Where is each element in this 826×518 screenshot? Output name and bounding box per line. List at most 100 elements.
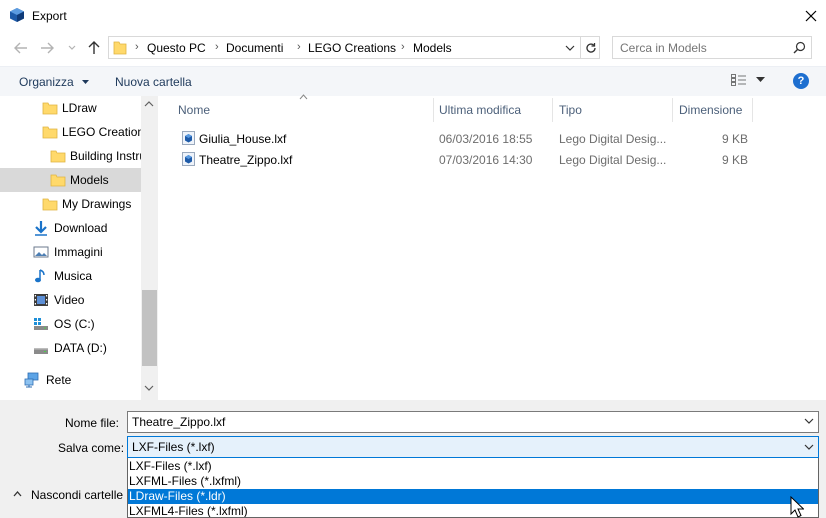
sidebar-item-label: Models: [70, 173, 109, 187]
file-modified: 07/03/2016 14:30: [439, 153, 533, 167]
column-header-type[interactable]: Tipo: [559, 103, 582, 117]
network-icon: [24, 372, 39, 388]
sidebar-item-label: Immagini: [54, 245, 103, 259]
view-options-icon[interactable]: [731, 74, 747, 86]
breadcrumb-questo-pc[interactable]: Questo PC: [147, 41, 206, 55]
navigation-pane: LDraw LEGO Creations Building Instructio…: [0, 96, 141, 400]
forward-button[interactable]: [38, 39, 56, 57]
savetype-dropdown-list: LXF-Files (*.lxf) LXFML-Files (*.lxfml) …: [127, 458, 819, 518]
sidebar-scrollbar-thumb[interactable]: [142, 290, 157, 366]
sidebar-item-label: LEGO Creations: [62, 125, 141, 139]
file-modified: 06/03/2016 18:55: [439, 132, 533, 146]
file-list: Nome Ultima modifica Tipo Dimensione Giu…: [158, 94, 826, 400]
refresh-button[interactable]: [580, 37, 600, 58]
sidebar-item-immagini[interactable]: Immagini: [0, 240, 141, 264]
video-icon: [34, 294, 48, 306]
download-icon: [35, 221, 47, 236]
chevron-down-icon[interactable]: [804, 444, 814, 451]
chevron-down-icon[interactable]: [804, 418, 814, 425]
sidebar-item-lego-creations[interactable]: LEGO Creations: [0, 120, 141, 144]
sidebar-item-building-instructions[interactable]: Building Instructions: [0, 144, 141, 168]
chevron-down-icon: [82, 80, 90, 84]
organize-label: Organizza: [19, 75, 74, 89]
search-box[interactable]: [612, 36, 812, 59]
file-type: Lego Digital Desig...: [559, 153, 667, 167]
breadcrumb-separator: ›: [401, 41, 405, 53]
column-divider[interactable]: [552, 98, 553, 122]
column-divider[interactable]: [672, 98, 673, 122]
organize-button[interactable]: Organizza: [19, 75, 90, 89]
chevron-down-icon: [68, 45, 76, 50]
column-header-size[interactable]: Dimensione: [679, 103, 742, 117]
sort-ascending-icon: [299, 94, 308, 100]
close-icon: [805, 10, 817, 21]
command-bar: Organizza Nuova cartella: [0, 66, 826, 96]
sidebar-item-models[interactable]: Models: [0, 168, 141, 192]
address-bar[interactable]: › Questo PC › Documenti › LEGO Creations…: [108, 36, 600, 59]
file-name: Theatre_Zippo.lxf: [199, 153, 293, 167]
new-folder-button[interactable]: Nuova cartella: [115, 75, 192, 89]
drive-icon: [34, 348, 48, 354]
hide-folders-label: Nascondi cartelle: [31, 488, 124, 502]
music-icon: [35, 269, 45, 283]
address-dropdown-icon[interactable]: [563, 43, 577, 53]
file-row-theatre-zippo[interactable]: Theatre_Zippo.lxf 07/03/2016 14:30 Lego …: [158, 149, 758, 170]
sidebar-item-my-drawings[interactable]: My Drawings: [0, 192, 141, 216]
filename-input[interactable]: [128, 412, 798, 432]
sidebar-item-data-d[interactable]: DATA (D:): [0, 336, 141, 360]
savetype-label: Salva come:: [58, 441, 125, 455]
sidebar-item-label: Building Instructions: [70, 149, 141, 163]
chevron-down-icon[interactable]: [756, 77, 765, 83]
folder-icon: [113, 41, 127, 55]
sidebar-item-label: Video: [54, 293, 85, 307]
arrow-up-icon: [88, 41, 100, 54]
sidebar-item-label: DATA (D:): [54, 341, 107, 355]
file-type: Lego Digital Desig...: [559, 132, 667, 146]
savetype-option-lxf[interactable]: LXF-Files (*.lxf): [128, 459, 818, 474]
pictures-icon: [33, 246, 49, 258]
sidebar-item-ldraw[interactable]: LDraw: [0, 96, 141, 120]
column-header-modified[interactable]: Ultima modifica: [439, 103, 521, 117]
folder-icon: [42, 126, 58, 139]
sidebar-item-label: OS (C:): [54, 317, 95, 331]
folder-icon: [42, 198, 58, 211]
help-icon[interactable]: ?: [793, 73, 809, 89]
sidebar-item-download[interactable]: Download: [0, 216, 141, 240]
breadcrumb-lego-creations[interactable]: LEGO Creations: [308, 41, 396, 55]
savetype-option-lxfml[interactable]: LXFML-Files (*.lxfml): [128, 474, 818, 489]
sidebar-item-rete[interactable]: Rete: [0, 368, 141, 392]
back-button[interactable]: [12, 39, 30, 57]
sidebar-item-label: Rete: [46, 373, 72, 387]
filename-combobox[interactable]: [127, 411, 819, 433]
sidebar-item-musica[interactable]: Musica: [0, 264, 141, 288]
file-name: Giulia_House.lxf: [199, 132, 287, 146]
recent-locations-button[interactable]: [63, 39, 81, 57]
savetype-select[interactable]: LXF-Files (*.lxf): [127, 436, 819, 458]
up-button[interactable]: [85, 39, 103, 57]
search-icon[interactable]: [793, 41, 806, 54]
filename-label: Nome file:: [65, 416, 120, 430]
column-divider[interactable]: [433, 98, 434, 122]
file-size: 9 KB: [722, 153, 749, 167]
breadcrumb-documenti[interactable]: Documenti: [226, 41, 283, 55]
sidebar-item-label: Musica: [54, 269, 93, 283]
close-button[interactable]: [796, 0, 826, 31]
column-header-name[interactable]: Nome: [178, 103, 210, 117]
savetype-value: LXF-Files (*.lxf): [132, 440, 215, 454]
scroll-down-icon[interactable]: [144, 385, 154, 392]
breadcrumb-separator: ›: [297, 41, 301, 53]
file-row-giulia-house[interactable]: Giulia_House.lxf 06/03/2016 18:55 Lego D…: [158, 128, 758, 149]
sidebar-item-video[interactable]: Video: [0, 288, 141, 312]
savetype-option-ldraw[interactable]: LDraw-Files (*.ldr): [128, 489, 818, 504]
search-input[interactable]: [613, 37, 788, 58]
breadcrumb-separator: ›: [215, 41, 219, 53]
column-divider[interactable]: [752, 98, 753, 122]
scroll-up-icon[interactable]: [144, 100, 154, 107]
sidebar-item-label: My Drawings: [62, 197, 132, 211]
breadcrumb-models[interactable]: Models: [413, 41, 452, 55]
savetype-option-lxfml4[interactable]: LXFML4-Files (*.lxfml): [128, 504, 818, 517]
lxf-file-icon: [182, 152, 195, 166]
arrow-right-icon: [41, 42, 54, 54]
sidebar-item-label: LDraw: [62, 101, 97, 115]
sidebar-item-os-c[interactable]: OS (C:): [0, 312, 141, 336]
